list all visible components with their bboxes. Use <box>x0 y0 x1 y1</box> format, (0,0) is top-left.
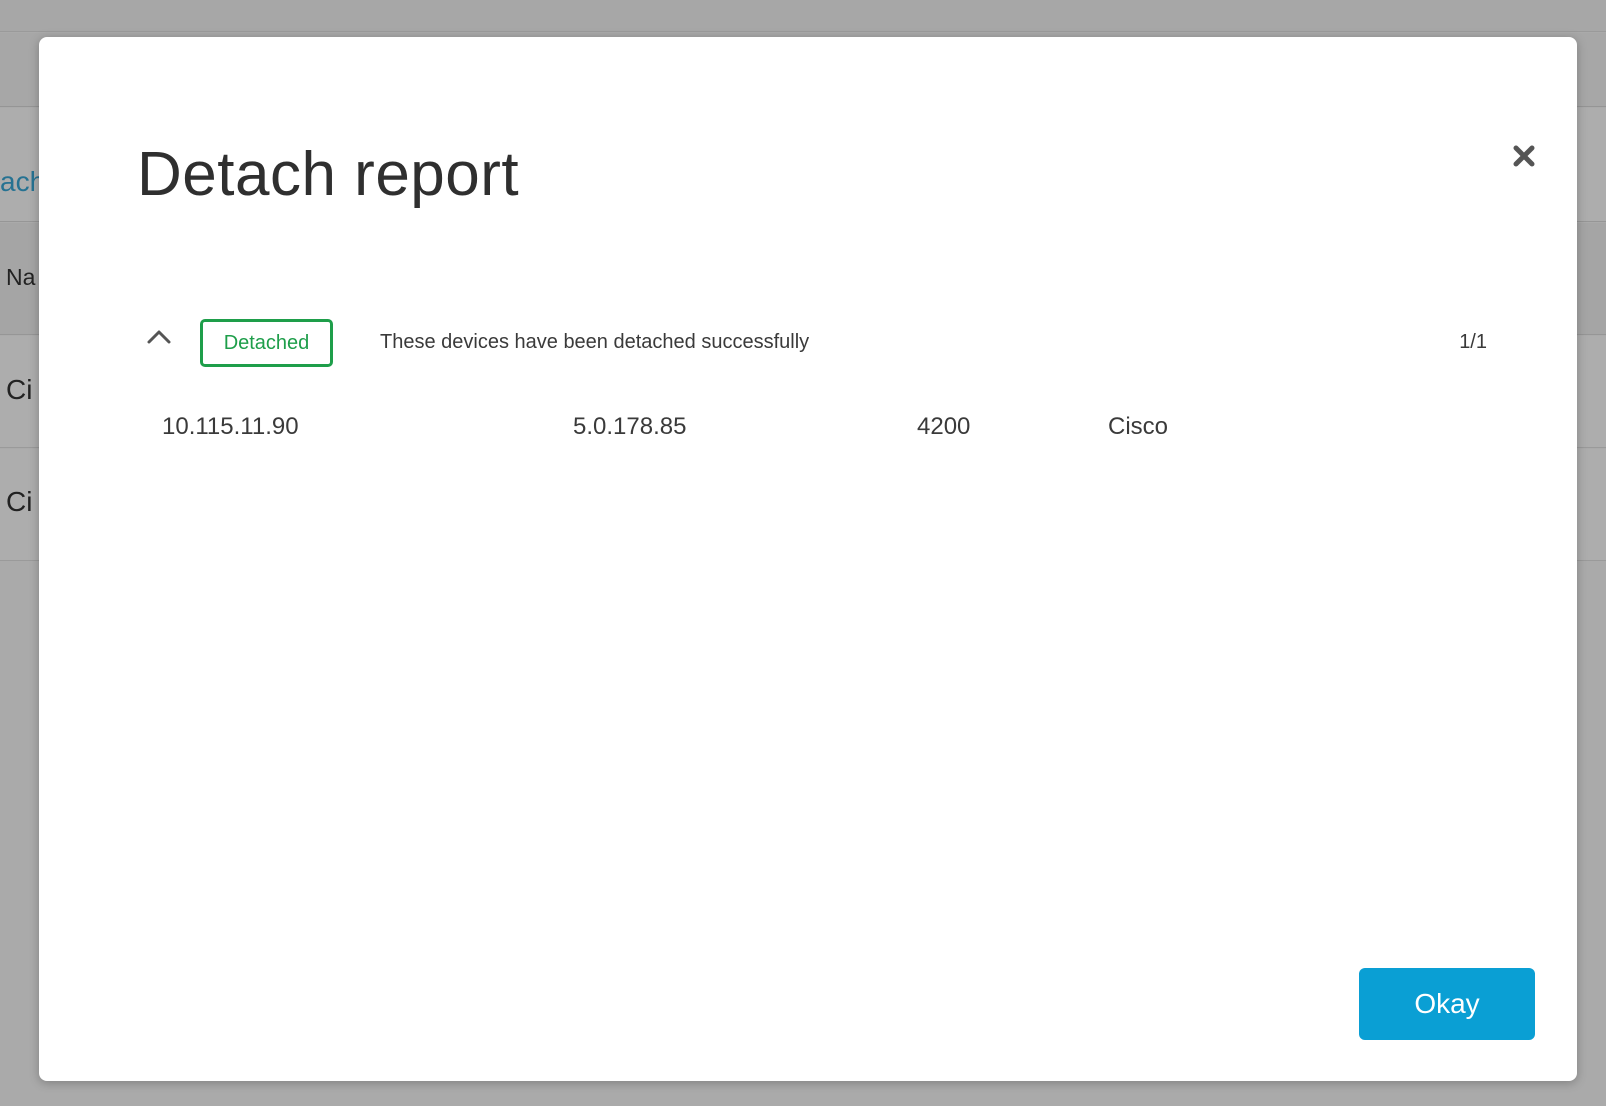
detach-report-modal: Detach report Detached These devices hav… <box>39 37 1577 1081</box>
close-icon <box>1513 145 1535 167</box>
collapse-toggle[interactable] <box>145 325 173 349</box>
modal-title: Detach report <box>137 140 520 209</box>
result-count: 1/1 <box>1459 331 1487 353</box>
device-row: 10.115.11.90 5.0.178.85 4200 Cisco <box>137 413 1521 457</box>
chevron-up-icon <box>147 330 171 344</box>
status-badge: Detached <box>200 319 333 367</box>
device-vendor: Cisco <box>1108 413 1169 440</box>
report-group-header: Detached These devices have been detache… <box>137 319 1521 375</box>
close-button[interactable] <box>1511 143 1537 169</box>
device-address: 5.0.178.85 <box>573 413 687 440</box>
device-model: 4200 <box>917 413 971 440</box>
status-message: These devices have been detached success… <box>380 331 810 353</box>
device-ip: 10.115.11.90 <box>162 413 299 440</box>
okay-button[interactable]: Okay <box>1359 968 1535 1040</box>
